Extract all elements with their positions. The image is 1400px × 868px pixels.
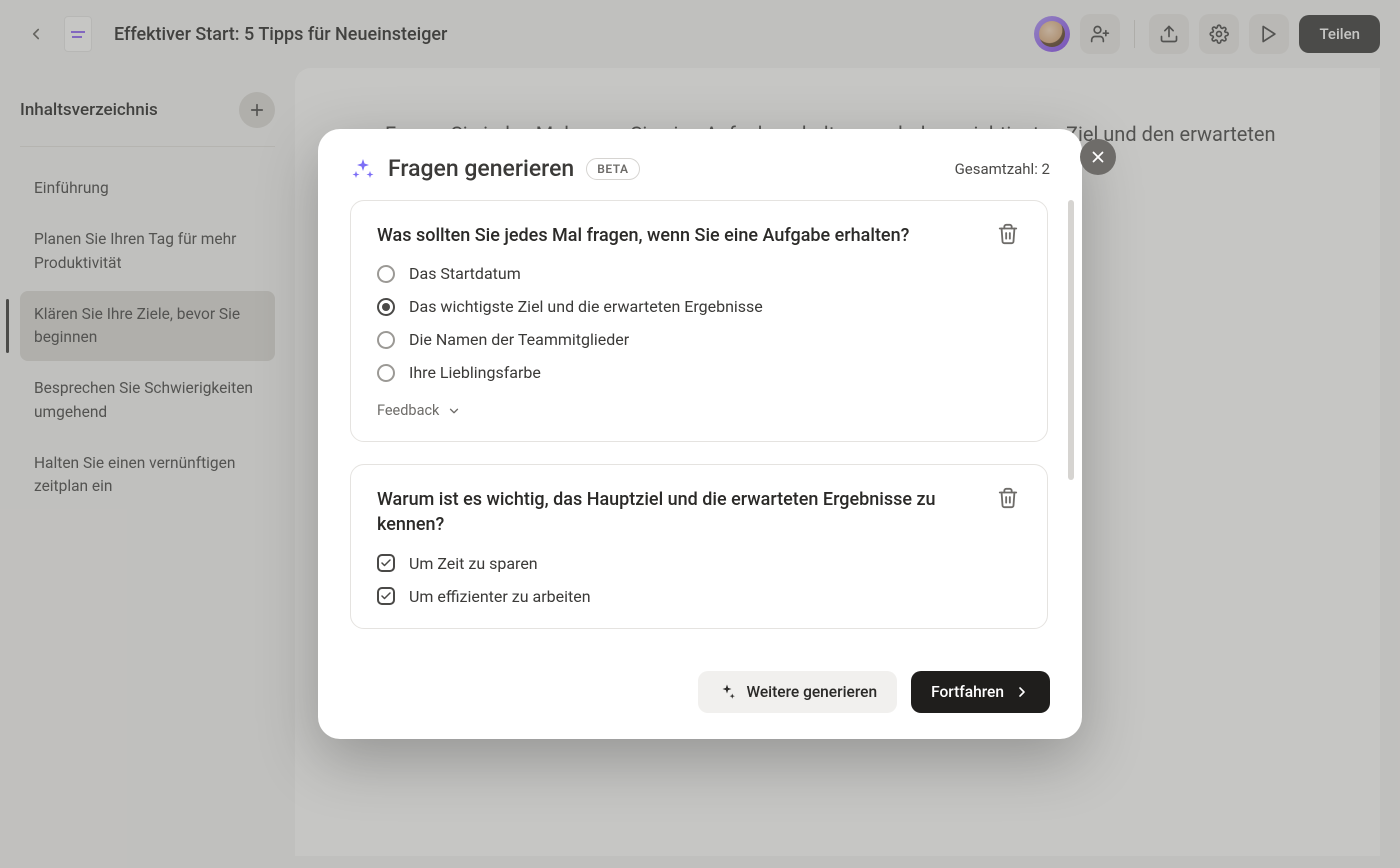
radio-icon[interactable] xyxy=(377,331,395,349)
sparkle-icon xyxy=(350,156,376,182)
option-label: Die Namen der Teammitglieder xyxy=(409,330,629,349)
option-row[interactable]: Das wichtigste Ziel und die erwarteten E… xyxy=(377,297,1021,316)
generate-more-label: Weitere generieren xyxy=(746,683,877,701)
trash-icon[interactable] xyxy=(997,223,1021,247)
option-label: Ihre Lieblingsfarbe xyxy=(409,363,541,382)
question-text: Warum ist es wichtig, das Hauptziel und … xyxy=(377,487,981,537)
option-label: Um Zeit zu sparen xyxy=(409,554,538,573)
continue-button[interactable]: Fortfahren xyxy=(911,671,1050,713)
option-label: Um effizienter zu arbeiten xyxy=(409,587,591,606)
trash-icon[interactable] xyxy=(997,487,1021,511)
radio-icon[interactable] xyxy=(377,265,395,283)
checkbox-icon[interactable] xyxy=(377,587,395,605)
feedback-toggle[interactable]: Feedback xyxy=(377,402,1021,419)
total-count: Gesamtzahl: 2 xyxy=(955,160,1050,178)
checkbox-icon[interactable] xyxy=(377,554,395,572)
option-row[interactable]: Um Zeit zu sparen xyxy=(377,554,1021,573)
option-label: Das wichtigste Ziel und die erwarteten E… xyxy=(409,297,763,316)
close-button[interactable] xyxy=(1080,139,1116,175)
option-row[interactable]: Ihre Lieblingsfarbe xyxy=(377,363,1021,382)
option-row[interactable]: Um effizienter zu arbeiten xyxy=(377,587,1021,606)
radio-icon[interactable] xyxy=(377,364,395,382)
chevron-right-icon xyxy=(1014,684,1030,700)
option-row[interactable]: Das Startdatum xyxy=(377,264,1021,283)
question-card: Was sollten Sie jedes Mal fragen, wenn S… xyxy=(350,200,1048,442)
generate-more-button[interactable]: Weitere generieren xyxy=(698,671,897,713)
scrollbar[interactable] xyxy=(1068,200,1074,480)
question-text: Was sollten Sie jedes Mal fragen, wenn S… xyxy=(377,223,909,248)
option-label: Das Startdatum xyxy=(409,264,521,283)
option-row[interactable]: Die Namen der Teammitglieder xyxy=(377,330,1021,349)
modal-overlay[interactable]: Fragen generieren BETA Gesamtzahl: 2 Was… xyxy=(0,0,1400,868)
question-card: Warum ist es wichtig, das Hauptziel und … xyxy=(350,464,1048,628)
sparkle-icon xyxy=(718,683,736,701)
generate-questions-modal: Fragen generieren BETA Gesamtzahl: 2 Was… xyxy=(318,129,1082,739)
modal-title: Fragen generieren xyxy=(388,155,574,182)
radio-icon[interactable] xyxy=(377,298,395,316)
continue-label: Fortfahren xyxy=(931,683,1004,701)
beta-badge: BETA xyxy=(586,158,639,180)
